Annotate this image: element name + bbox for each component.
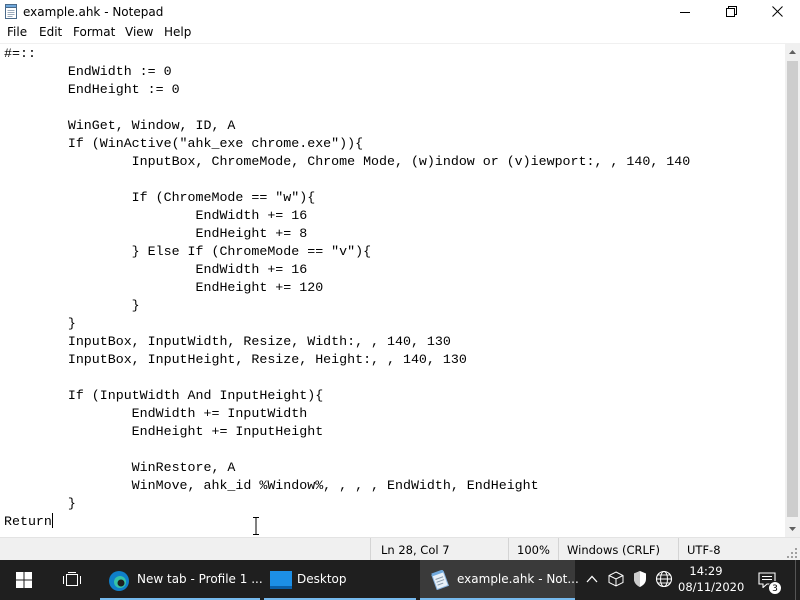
code-line: #=:: (4, 46, 36, 61)
minimize-button[interactable] (662, 0, 708, 23)
chevron-down-icon (789, 526, 796, 531)
security-tray-button[interactable] (631, 570, 649, 588)
code-line: InputBox, InputWidth, Resize, Width:, , … (4, 334, 451, 349)
code-line: InputBox, ChromeMode, Chrome Mode, (w)in… (4, 154, 691, 169)
minimize-icon (680, 11, 690, 13)
clock-date: 08/11/2020 (678, 580, 745, 594)
desktop-task-label: Desktop (297, 572, 347, 586)
code-line: } (4, 298, 140, 313)
taskbar: New tab - Profile 1 ... Desktop example.… (0, 560, 800, 600)
encoding: UTF-8 (687, 543, 721, 557)
cursor-position: Ln 28, Col 7 (381, 543, 450, 557)
windows-logo-icon (16, 572, 32, 588)
title-bar[interactable]: example.ahk - Notepad (0, 0, 800, 23)
close-button[interactable] (754, 0, 800, 23)
status-line-ending: Windows (CRLF) (558, 538, 678, 560)
editor-content[interactable]: #=:: EndWidth := 0 EndHeight := 0 WinGet… (4, 45, 690, 531)
code-line: EndWidth += InputWidth (4, 406, 308, 421)
status-encoding: UTF-8 (678, 538, 785, 560)
clock-time: 14:29 (689, 564, 723, 578)
notepad-app-icon[interactable] (4, 4, 18, 19)
network-tray-button[interactable] (655, 570, 673, 588)
scroll-up-button[interactable] (785, 43, 800, 60)
task-view-button[interactable] (48, 560, 96, 600)
taskbar-edge[interactable]: New tab - Profile 1 ... (100, 560, 263, 600)
edge-browser-icon (109, 571, 129, 591)
window-title: example.ahk - Notepad (23, 5, 164, 19)
task-view-icon (63, 572, 81, 586)
code-line: WinMove, ahk_id %Window%, , , , EndWidth… (4, 478, 539, 493)
menu-view[interactable]: View (125, 25, 153, 39)
taskbar-notepad[interactable]: example.ahk - Not... (420, 560, 579, 600)
code-line: } (4, 496, 76, 511)
menu-format[interactable]: Format (73, 25, 115, 39)
resize-grip-icon[interactable] (787, 548, 798, 559)
code-line: InputBox, InputHeight, Resize, Height:, … (4, 352, 467, 367)
show-hidden-icons-button[interactable] (583, 570, 601, 588)
start-button[interactable] (0, 560, 48, 600)
desktop-icon (270, 571, 292, 589)
chevron-up-icon (586, 575, 598, 583)
code-line: EndWidth += 16 (4, 262, 308, 277)
code-line: If (InputWidth And InputHeight){ (4, 388, 324, 403)
scroll-thumb[interactable] (787, 61, 798, 517)
notepad-task-label: example.ahk - Not... (457, 572, 579, 586)
line-ending: Windows (CRLF) (567, 543, 661, 557)
status-zoom: 100% (508, 538, 558, 560)
menu-file[interactable]: File (7, 25, 27, 39)
shield-icon (634, 571, 646, 587)
code-line: EndHeight += 8 (4, 226, 308, 241)
status-position: Ln 28, Col 7 (370, 538, 508, 560)
code-line: } (4, 316, 76, 331)
globe-icon (655, 570, 673, 588)
code-line: If (ChromeMode == "w"){ (4, 190, 316, 205)
code-line: WinGet, Window, ID, A (4, 118, 236, 133)
vertical-scrollbar[interactable] (785, 43, 800, 537)
status-bar: Ln 28, Col 7 100% Windows (CRLF) UTF-8 (0, 537, 800, 560)
taskbar-desktop[interactable]: Desktop (264, 560, 416, 600)
code-line: EndHeight := 0 (4, 82, 180, 97)
text-editor[interactable]: #=:: EndWidth := 0 EndHeight := 0 WinGet… (0, 43, 785, 537)
clock[interactable]: 14:29 08/11/2020 (678, 563, 745, 595)
menu-bar: File Edit Format View Help (0, 23, 800, 43)
close-icon (771, 6, 783, 17)
scroll-down-button[interactable] (785, 520, 800, 537)
menu-edit[interactable]: Edit (39, 25, 62, 39)
chevron-up-icon (789, 49, 796, 54)
code-line: WinRestore, A (4, 460, 236, 475)
package-icon (608, 571, 624, 587)
notification-count-badge: 3 (768, 581, 782, 595)
ibeam-cursor-icon (253, 517, 259, 535)
restore-icon (725, 6, 737, 17)
notepad-task-icon (431, 570, 450, 590)
code-line: EndHeight += 120 (4, 280, 324, 295)
code-line: If (WinActive("ahk_exe chrome.exe")){ (4, 136, 364, 151)
zoom-level: 100% (517, 543, 550, 557)
edge-task-label: New tab - Profile 1 ... (137, 572, 263, 586)
show-desktop-button[interactable] (795, 560, 800, 600)
code-line: EndWidth += 16 (4, 208, 308, 223)
code-line: EndWidth := 0 (4, 64, 172, 79)
maximize-button[interactable] (708, 0, 754, 23)
tray-app-button[interactable] (607, 570, 625, 588)
code-line: Return (4, 513, 53, 529)
text-caret (51, 513, 53, 528)
code-line: } Else If (ChromeMode == "v"){ (4, 244, 372, 259)
code-line: EndHeight += InputHeight (4, 424, 324, 439)
menu-help[interactable]: Help (164, 25, 191, 39)
